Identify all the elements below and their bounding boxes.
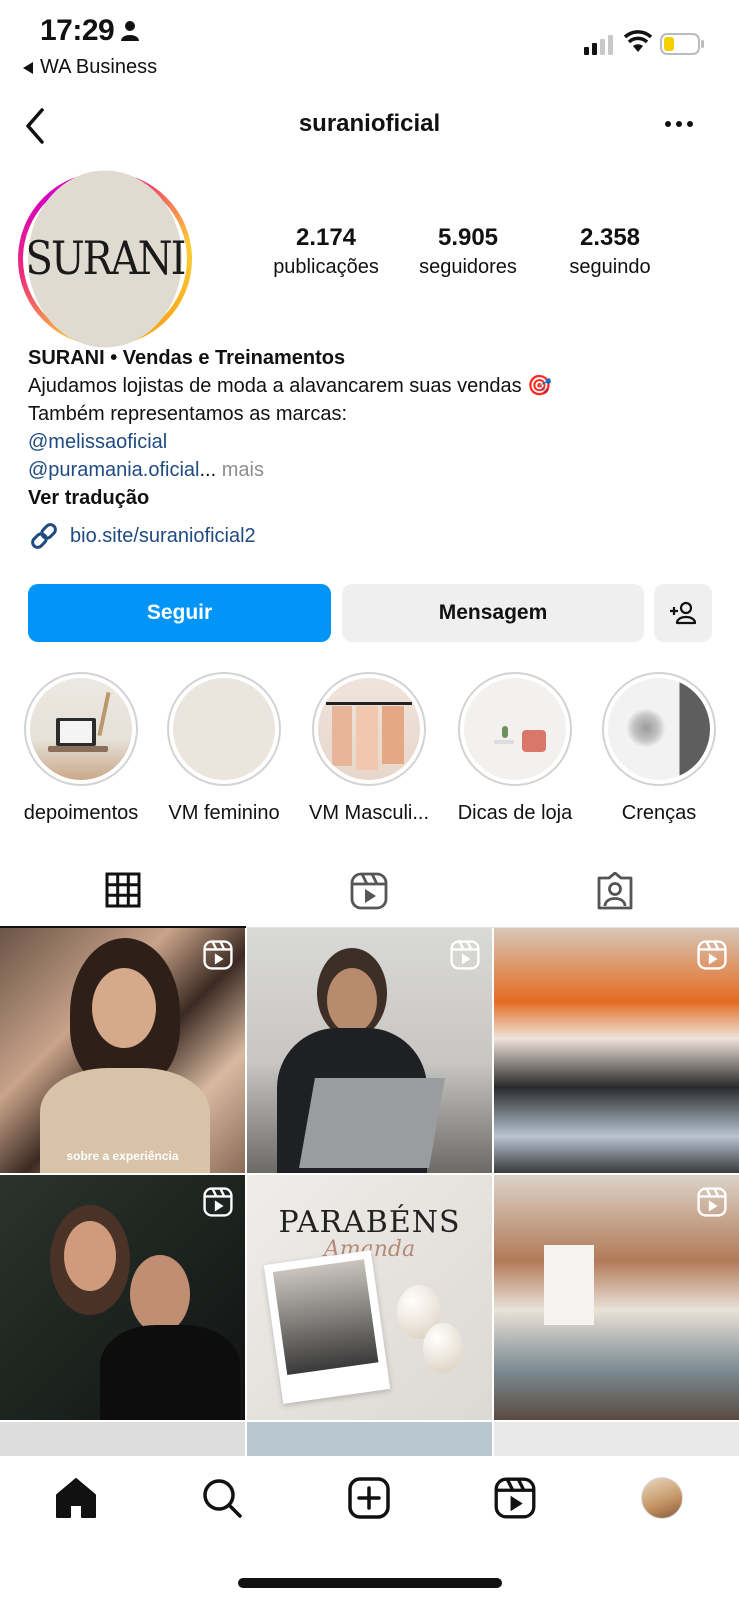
back-app-label: WA Business <box>40 56 158 78</box>
profile-content-tabs <box>0 854 739 928</box>
post-thumbnail[interactable] <box>494 1175 739 1420</box>
highlight-label: VM Masculi... <box>308 802 430 824</box>
add-post-icon <box>348 1477 390 1519</box>
stat-posts[interactable]: 2.174 publicações <box>255 224 397 279</box>
reels-icon <box>494 1477 536 1519</box>
post-text-title: PARABÉNS <box>278 1205 461 1240</box>
highlight-label: Crenças <box>621 802 697 824</box>
bottom-navigation <box>0 1456 739 1600</box>
post-thumbnail[interactable]: PARABÉNS Amanda <box>247 1175 492 1420</box>
stat-following[interactable]: 2.358 seguindo <box>539 224 681 279</box>
profile-bio: SURANI • Vendas e Treinamentos Ajudamos … <box>28 344 718 512</box>
post-thumbnail[interactable] <box>494 928 739 1173</box>
post-thumbnail[interactable] <box>0 1422 245 1456</box>
see-translation-link[interactable]: Ver tradução <box>28 484 718 512</box>
posts-grid: sobre a experiência PARABÉNS Amanda <box>0 928 739 1456</box>
mention-link[interactable]: @melissaoficial <box>28 431 167 453</box>
bio-line: Também representamos as marcas: <box>28 403 348 425</box>
highlight-cover <box>608 678 710 780</box>
reel-badge-icon <box>450 940 480 970</box>
cellular-signal-icon <box>584 35 613 55</box>
highlight-depoimentos[interactable]: depoimentos <box>8 672 154 825</box>
stat-value: 2.358 <box>579 224 641 251</box>
profile-display-name: SURANI • Vendas e Treinamentos <box>28 347 346 369</box>
profile-avatar-story-ring[interactable]: SURANI <box>18 170 192 348</box>
highlight-label: Dicas de loja <box>457 802 573 824</box>
status-time: 17:29 <box>40 14 115 47</box>
add-person-icon <box>670 601 697 625</box>
profile-username: suranioficial <box>298 110 441 137</box>
stat-label: seguidores <box>419 256 517 278</box>
highlight-vm-masculino[interactable]: VM Masculi... <box>296 672 442 825</box>
reel-badge-icon <box>203 1187 233 1217</box>
back-triangle-icon <box>23 61 33 74</box>
profile-header: suranioficial <box>0 92 739 158</box>
post-thumbnail[interactable] <box>247 1422 492 1456</box>
follow-button[interactable]: Seguir <box>28 584 331 642</box>
profile-actions: Seguir Mensagem <box>28 584 712 642</box>
message-button[interactable]: Mensagem <box>342 584 644 642</box>
post-thumbnail[interactable] <box>247 928 492 1173</box>
back-to-app-link[interactable]: WA Business <box>22 56 157 79</box>
stat-label: seguindo <box>569 256 651 278</box>
tagged-person-icon <box>597 872 633 910</box>
highlight-crencas[interactable]: Crenças <box>586 672 732 825</box>
nav-reels[interactable] <box>491 1474 539 1522</box>
bio-website-link[interactable]: bio.site/suranioficial2 <box>28 520 256 552</box>
battery-icon <box>660 33 704 55</box>
nav-create[interactable] <box>345 1474 393 1522</box>
nav-home[interactable] <box>52 1474 100 1522</box>
stat-label: publicações <box>273 256 379 278</box>
suggested-accounts-button[interactable] <box>654 584 712 642</box>
highlight-cover <box>173 678 275 780</box>
reel-badge-icon <box>697 940 727 970</box>
post-caption: sobre a experiência <box>66 1149 179 1163</box>
post-thumbnail[interactable]: sobre a experiência <box>0 928 245 1173</box>
reel-badge-icon <box>203 940 233 970</box>
bio-ellipsis: ... <box>199 459 217 481</box>
stat-followers[interactable]: 5.905 seguidores <box>397 224 539 279</box>
home-icon <box>56 1478 96 1518</box>
bio-website-text: bio.site/suranioficial2 <box>70 524 256 547</box>
highlight-cover <box>464 678 566 780</box>
more-options-icon[interactable] <box>664 120 694 128</box>
link-icon <box>31 523 57 549</box>
bio-more-link[interactable]: mais <box>222 459 264 481</box>
mention-link[interactable]: @puramania.oficial <box>28 459 200 481</box>
reels-icon <box>350 872 388 910</box>
highlight-label: VM feminino <box>168 802 280 824</box>
profile-avatar: SURANI <box>26 170 186 348</box>
bio-line: Ajudamos lojistas de moda a alavancarem … <box>28 375 553 397</box>
nav-profile[interactable] <box>638 1474 686 1522</box>
status-bar: 17:29 WA Business <box>0 0 739 88</box>
highlight-cover <box>30 678 132 780</box>
highlight-label: depoimentos <box>23 802 139 824</box>
person-icon <box>121 21 139 41</box>
user-avatar <box>641 1477 683 1519</box>
stat-value: 2.174 <box>295 224 357 251</box>
highlight-dicas-de-loja[interactable]: Dicas de loja <box>442 672 588 825</box>
highlight-vm-feminino[interactable]: VM feminino <box>151 672 297 825</box>
grid-icon <box>105 872 141 908</box>
tab-posts-grid[interactable] <box>0 854 246 928</box>
tab-tagged[interactable] <box>492 854 738 928</box>
wifi-icon <box>624 30 652 52</box>
post-thumbnail[interactable] <box>494 1422 739 1456</box>
highlight-cover <box>318 678 420 780</box>
nav-search[interactable] <box>198 1474 246 1522</box>
post-thumbnail[interactable] <box>0 1175 245 1420</box>
story-highlights: depoimentos VM feminino VM Masculi... Di… <box>0 672 739 825</box>
tab-reels[interactable] <box>246 854 492 928</box>
home-indicator[interactable] <box>238 1578 502 1588</box>
profile-stats: 2.174 publicações 5.905 seguidores 2.358… <box>255 224 725 279</box>
stat-value: 5.905 <box>437 224 499 251</box>
reel-badge-icon <box>697 1187 727 1217</box>
search-icon <box>203 1479 242 1518</box>
